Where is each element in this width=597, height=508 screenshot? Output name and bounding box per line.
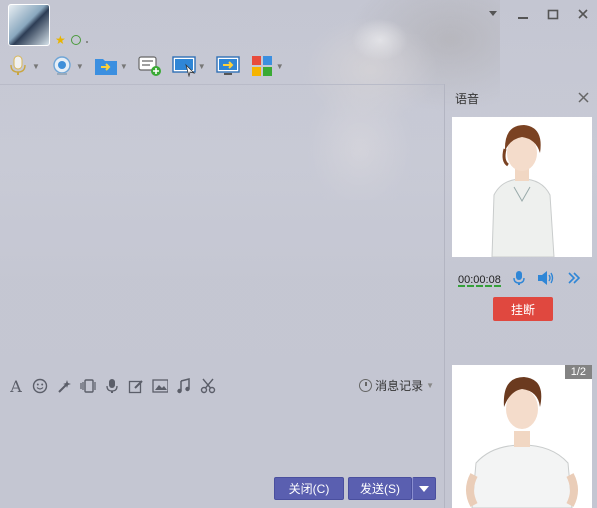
chat-add-icon	[138, 54, 162, 78]
speaker-icon[interactable]	[537, 270, 555, 289]
chevron-down-icon	[419, 485, 429, 492]
discussion-group-button[interactable]	[138, 54, 162, 78]
folder-send-icon	[94, 54, 118, 78]
chevron-down-icon: ▼	[426, 381, 434, 390]
vip-star-icon[interactable]: ★	[55, 34, 66, 46]
chevron-down-icon[interactable]: ▼	[120, 62, 128, 71]
message-input[interactable]	[0, 398, 444, 472]
self-video-tile: 1/2	[452, 365, 592, 508]
double-chevron-right-icon[interactable]	[567, 271, 581, 288]
send-file-button[interactable]: ▼	[94, 54, 128, 78]
skin-caret-icon[interactable]	[485, 6, 501, 22]
chevron-down-icon[interactable]: ▼	[32, 62, 40, 71]
hangup-button[interactable]: 挂断	[493, 297, 553, 321]
window-controls	[485, 6, 591, 22]
shake-icon[interactable]	[80, 378, 96, 394]
voice-panel-header: 语音	[445, 84, 597, 112]
message-history-button[interactable]: 消息记录 ▼	[359, 377, 434, 394]
contact-avatar[interactable]	[8, 4, 50, 46]
chevron-down-icon[interactable]: ▼	[76, 62, 84, 71]
apps-grid-icon	[250, 54, 274, 78]
emoji-icon[interactable]	[32, 378, 48, 394]
close-icon[interactable]	[575, 6, 591, 22]
page-indicator: 1/2	[564, 365, 592, 379]
send-options-button[interactable]	[412, 477, 436, 500]
contact-figure	[452, 117, 592, 257]
close-button[interactable]: 关闭(C)	[274, 477, 344, 500]
chevron-down-icon[interactable]: ▼	[198, 62, 206, 71]
magic-icon[interactable]	[56, 378, 72, 394]
main-toolbar: ▼ ▼ ▼ ▼ ▼	[6, 54, 290, 78]
voice-call-panel: 语音 00:00:08 挂断 1/2	[445, 84, 597, 508]
video-call-button[interactable]: ▼	[50, 54, 84, 78]
call-timer: 00:00:08	[458, 273, 501, 286]
chevron-down-icon[interactable]: ▼	[276, 62, 284, 71]
separator-dot	[85, 41, 88, 43]
clock-icon	[359, 379, 373, 392]
contact-video-tile	[452, 117, 592, 257]
voice-message-icon[interactable]	[104, 378, 120, 394]
music-icon[interactable]	[176, 378, 192, 394]
voice-panel-title: 语音	[455, 91, 480, 106]
close-icon[interactable]	[578, 90, 589, 106]
chat-status-icon[interactable]	[70, 35, 81, 45]
edit-icon[interactable]	[128, 378, 144, 394]
microphone-icon	[6, 54, 30, 78]
font-icon[interactable]: A	[8, 377, 24, 396]
screen-share-button[interactable]	[215, 54, 240, 78]
voice-call-button[interactable]: ▼	[6, 54, 40, 78]
maximize-icon[interactable]	[545, 6, 561, 22]
history-label: 消息记录	[375, 379, 424, 393]
camera-icon	[50, 54, 74, 78]
screenshot-icon[interactable]	[200, 378, 216, 394]
image-icon[interactable]	[152, 378, 168, 394]
apps-button[interactable]: ▼	[250, 54, 284, 78]
send-button[interactable]: 发送(S)	[348, 477, 412, 500]
microphone-icon[interactable]	[513, 270, 525, 289]
screen-share-icon	[215, 54, 240, 78]
audio-level-bar	[458, 285, 502, 287]
input-toolbar: A 消息记录 ▼	[0, 374, 444, 398]
contact-status-row: ★	[55, 34, 88, 46]
minimize-icon[interactable]	[515, 6, 531, 22]
remote-screen-icon	[172, 54, 196, 78]
message-history-area[interactable]	[0, 84, 444, 374]
chat-window: ★ ▼ ▼ ▼ ▼ ▼ A 消息记录 ▼ 关闭(C) 发送(S) 语音 00:0…	[0, 0, 597, 508]
remote-assist-button[interactable]: ▼	[172, 54, 206, 78]
self-figure	[452, 365, 592, 508]
